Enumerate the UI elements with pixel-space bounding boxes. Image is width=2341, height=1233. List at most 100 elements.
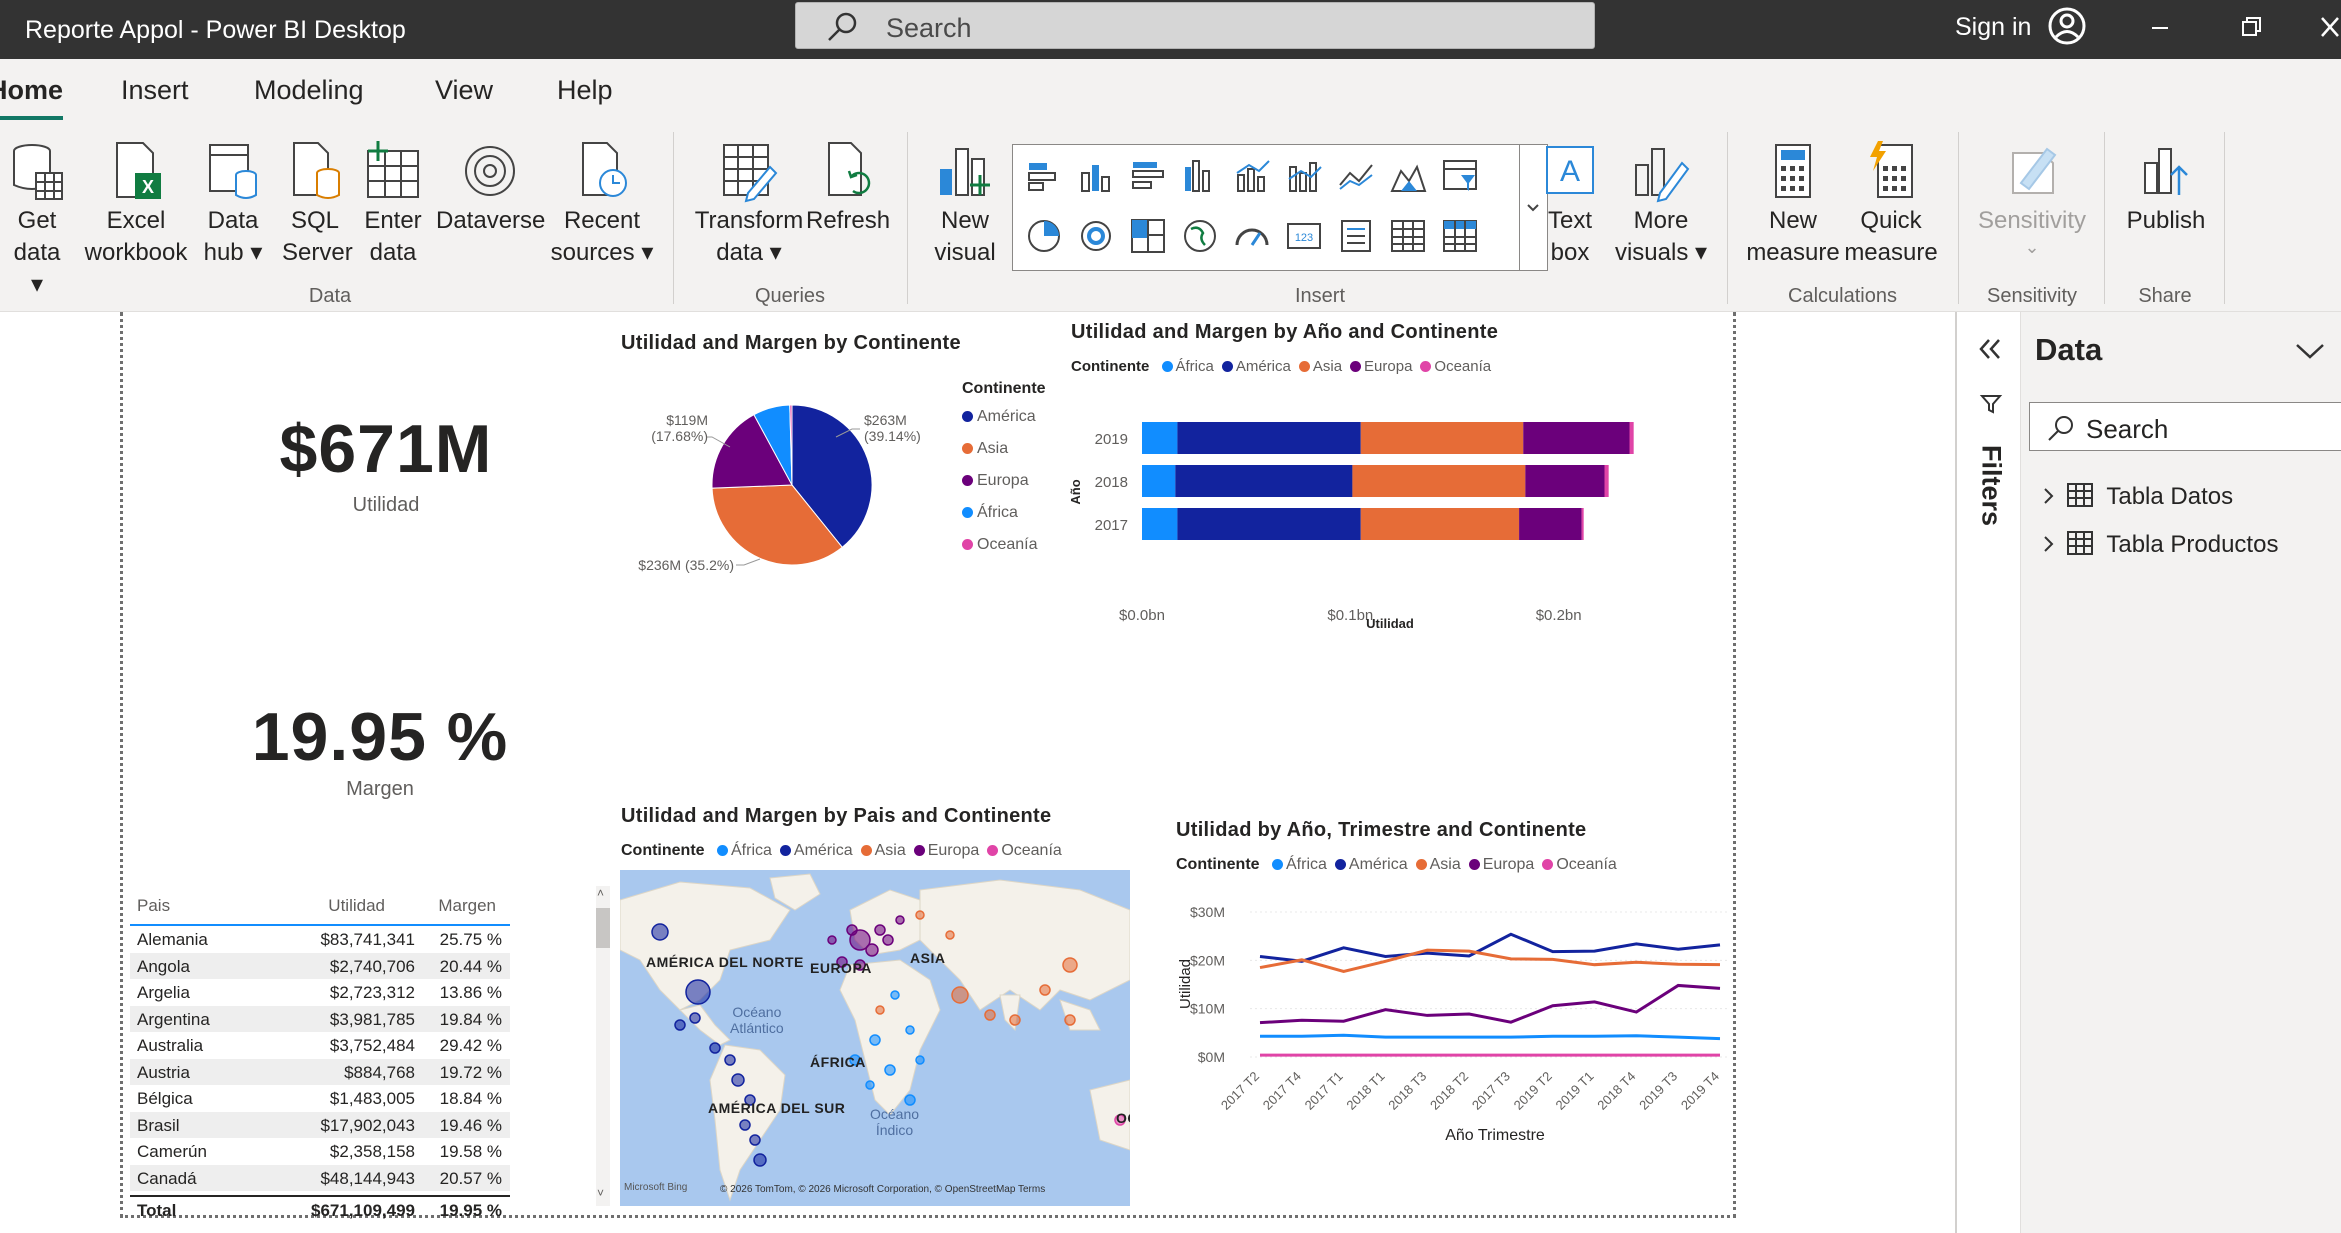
table-row[interactable]: Angola $2,740,706 20.44 %: [130, 952, 510, 979]
multirow-card-icon[interactable]: [1337, 217, 1375, 255]
matrix-icon[interactable]: [1441, 217, 1479, 255]
tab-insert[interactable]: Insert: [121, 75, 189, 106]
map-legend-item[interactable]: África: [731, 842, 772, 859]
line-legend-item[interactable]: Europa: [1483, 856, 1535, 873]
table-header-margen[interactable]: Margen: [438, 896, 496, 916]
recent-sources-button[interactable]: Recent sources ▾: [548, 139, 656, 269]
map-visual[interactable]: AMÉRICA DEL NORTE EUROPA ASIA ÁFRICA AMÉ…: [620, 870, 1130, 1206]
table-row[interactable]: Australia $3,752,484 29.42 %: [130, 1032, 510, 1059]
funnel-icon[interactable]: [1441, 157, 1479, 195]
data-hub-button[interactable]: Data hub ▾: [199, 139, 267, 269]
quick-measure-button[interactable]: Quick measure: [1843, 139, 1939, 269]
map-legend-item[interactable]: Oceanía: [1001, 842, 1061, 859]
donut-chart-icon[interactable]: [1077, 217, 1115, 255]
tree-item-tabla-datos[interactable]: Tabla Datos: [2039, 482, 2233, 511]
publish-button[interactable]: Publish: [2120, 139, 2212, 237]
map-bubble: [905, 1025, 915, 1035]
map-legend-item[interactable]: Europa: [928, 842, 980, 859]
minimize-icon[interactable]: [2140, 12, 2180, 42]
refresh-button[interactable]: Refresh: [806, 139, 890, 237]
ribbon-chart-icon[interactable]: [1285, 157, 1323, 195]
scroll-down-icon[interactable]: ˅: [597, 1186, 604, 1200]
line-chart-icon[interactable]: [1337, 157, 1375, 195]
gauge-icon[interactable]: [1233, 217, 1271, 255]
line-legend-item[interactable]: Asia: [1430, 856, 1461, 873]
line-column-icon[interactable]: [1233, 157, 1271, 195]
more-visuals-label-2: visuals: [1614, 239, 1689, 266]
map-globe-icon[interactable]: [1181, 217, 1219, 255]
table-row[interactable]: Austria $884,768 19.72 %: [130, 1058, 510, 1085]
ribbon-separator: [2224, 132, 2225, 304]
text-box-button[interactable]: A Text box: [1530, 139, 1610, 269]
line-legend-item[interactable]: África: [1286, 856, 1327, 873]
chevron-right-icon[interactable]: [2039, 484, 2059, 508]
map-legend-item[interactable]: América: [794, 842, 853, 859]
stacked-bar-icon[interactable]: [1025, 157, 1063, 195]
area-chart-icon[interactable]: [1389, 157, 1427, 195]
table-row[interactable]: Argentina $3,981,785 19.84 %: [130, 1005, 510, 1032]
table-row[interactable]: Argelia $2,723,312 13.86 %: [130, 979, 510, 1006]
title-search-box[interactable]: Search: [795, 2, 1595, 49]
bar-legend-item[interactable]: América: [1236, 358, 1291, 375]
pie-legend-item[interactable]: Europa: [958, 472, 1037, 504]
table-row[interactable]: Canadá $48,144,943 20.57 %: [130, 1164, 510, 1191]
line-legend-item[interactable]: Oceanía: [1556, 856, 1616, 873]
table-row[interactable]: Camerún $2,358,158 19.58 %: [130, 1138, 510, 1165]
table-scrollbar[interactable]: ˄ ˅: [596, 886, 610, 1206]
transform-data-button[interactable]: Transform data ▾: [690, 139, 808, 269]
new-visual-button[interactable]: New visual: [925, 139, 1005, 269]
map-bubble: [685, 979, 711, 1005]
line-legend-dot: [1415, 859, 1427, 870]
excel-workbook-button[interactable]: X Excel workbook: [82, 139, 190, 269]
more-visuals-button[interactable]: More visuals ▾: [1610, 139, 1712, 269]
enter-data-button[interactable]: Enter data: [360, 139, 426, 269]
table-row[interactable]: Brasil $17,902,043 19.46 %: [130, 1111, 510, 1138]
pie-legend-item[interactable]: América: [958, 408, 1037, 440]
tab-modeling[interactable]: Modeling: [254, 75, 364, 106]
new-measure-button[interactable]: New measure: [1745, 139, 1841, 269]
map-copyright[interactable]: © 2026 TomTom, © 2026 Microsoft Corporat…: [720, 1184, 1045, 1195]
dataverse-button[interactable]: Dataverse: [436, 139, 545, 237]
clustered-bar-icon[interactable]: [1129, 157, 1167, 195]
card-icon[interactable]: 123: [1285, 217, 1323, 255]
chevron-down-icon[interactable]: [2293, 338, 2327, 364]
tab-view[interactable]: View: [435, 75, 493, 106]
table-row[interactable]: Alemania $83,741,341 25.75 %: [130, 926, 510, 953]
pie-chart-icon[interactable]: [1025, 217, 1063, 255]
sql-server-button[interactable]: SQL Server: [282, 139, 353, 269]
table-icon[interactable]: [1389, 217, 1427, 255]
tab-home[interactable]: Home: [0, 75, 64, 120]
line-x-tick: 2019 T2: [1511, 1069, 1555, 1113]
line-x-tick: 2017 T4: [1260, 1069, 1304, 1113]
table-header-utilidad[interactable]: Utilidad: [328, 896, 385, 916]
filters-pane[interactable]: Filters: [1955, 312, 2021, 1233]
sensitivity-button[interactable]: Sensitivity ⌄: [1970, 139, 2094, 257]
collapse-double-chevron-icon[interactable]: [1975, 334, 2005, 364]
tab-help[interactable]: Help: [557, 75, 613, 106]
treemap-icon[interactable]: [1129, 217, 1167, 255]
chevron-right-icon[interactable]: [2039, 532, 2059, 556]
table-scrollbar-thumb[interactable]: [596, 908, 610, 948]
bar-legend-item[interactable]: Oceanía: [1434, 358, 1491, 375]
account-icon[interactable]: [2047, 6, 2087, 46]
clustered-column-icon[interactable]: [1181, 157, 1219, 195]
sign-in-link[interactable]: Sign in: [1955, 13, 2031, 42]
bar-legend-item[interactable]: Asia: [1313, 358, 1342, 375]
map-legend-item[interactable]: Asia: [875, 842, 906, 859]
line-legend-item[interactable]: América: [1349, 856, 1408, 873]
pie-legend-item[interactable]: Asia: [958, 440, 1037, 472]
pie-legend-item[interactable]: Oceanía: [958, 536, 1037, 568]
pie-legend-item[interactable]: África: [958, 504, 1037, 536]
table-header-pais[interactable]: Pais: [137, 896, 170, 916]
map-bubble: [846, 924, 858, 936]
scroll-up-icon[interactable]: ˄: [597, 886, 604, 900]
data-search-input[interactable]: Search: [2029, 402, 2341, 451]
stacked-column-icon[interactable]: [1077, 157, 1115, 195]
bar-legend-item[interactable]: Europa: [1364, 358, 1412, 375]
tree-item-tabla-productos[interactable]: Tabla Productos: [2039, 530, 2278, 559]
restore-icon[interactable]: [2230, 12, 2270, 42]
table-row[interactable]: Bélgica $1,483,005 18.84 %: [130, 1085, 510, 1112]
close-icon[interactable]: [2310, 12, 2341, 42]
bar-legend-item[interactable]: África: [1176, 358, 1214, 375]
get-data-button[interactable]: Get data ▾: [6, 139, 68, 301]
